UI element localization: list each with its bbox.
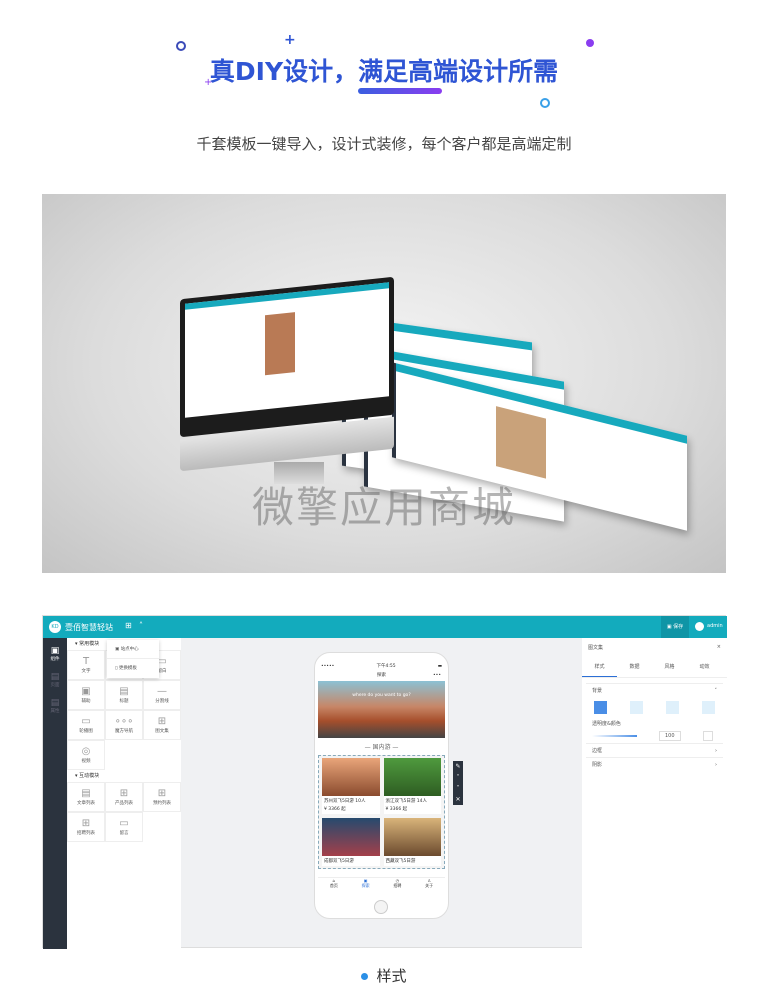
none-icon[interactable]: [702, 701, 715, 714]
menu-site-center[interactable]: ▣ 站点中心: [107, 640, 159, 659]
color-fill-icon[interactable]: [594, 701, 607, 714]
caption: 样式: [0, 965, 768, 986]
circle-decoration: [176, 41, 186, 51]
product-card[interactable]: 西藏双飞5日游: [383, 818, 441, 866]
product-card[interactable]: 成都双飞5日游: [322, 818, 380, 866]
component-article-list[interactable]: ▤ 文章列表: [67, 782, 105, 812]
component-booking-list[interactable]: ⊞ 预约列表: [143, 782, 181, 812]
component-job-list[interactable]: ⊞ 招聘列表: [67, 812, 105, 842]
dropdown-menu: ▣ 站点中心 ▯ 更换模板: [107, 640, 159, 678]
phone-tabbar: ⌂ 首页 ▣ 探索 ◷ 招聘 ♙ 关于: [318, 877, 445, 893]
component-helper[interactable]: ▣ 辅助: [67, 680, 105, 710]
editor-header: KD 壹佰智慧轻站 ⊞ ˄ ▣ 保存 admin: [43, 616, 727, 638]
component-divider[interactable]: — 分割线: [143, 680, 181, 710]
group-interactive[interactable]: ▾ 互动模块: [67, 770, 181, 782]
chevron-up-icon[interactable]: ˄: [139, 621, 143, 630]
opacity-label: 透明度&颜色: [592, 721, 621, 727]
gradient-icon[interactable]: [630, 701, 643, 714]
tab-explore[interactable]: ▣ 探索: [362, 878, 370, 893]
caption-text: 样式: [376, 967, 407, 985]
opacity-slider[interactable]: [592, 735, 637, 737]
section-background[interactable]: 背景 ˅: [586, 683, 723, 697]
title-underline: [358, 88, 442, 94]
component-video[interactable]: ◎ 视频: [67, 740, 105, 770]
editor-screenshot: KD 壹佰智慧轻站 ⊞ ˄ ▣ 保存 admin ▣ 组件 ▤ 页面 ▤ 属性 ▾ 常…: [42, 615, 727, 949]
tab-style[interactable]: 样式: [582, 657, 617, 677]
tab-data[interactable]: 数据: [617, 657, 652, 676]
opacity-input[interactable]: 100: [659, 731, 681, 741]
tab-theme[interactable]: 风格: [652, 657, 687, 676]
bullet-dot: [361, 973, 369, 980]
component-carousel[interactable]: ▭ 轮播图: [67, 710, 105, 740]
home-button: [374, 900, 388, 914]
watermark: 微擎应用商城: [251, 483, 516, 532]
hero-title: 真DIY设计，满足高端设计所需: [209, 57, 559, 86]
brand-name: 壹佰智慧轻站: [65, 623, 113, 632]
user-name[interactable]: admin: [707, 623, 723, 629]
component-panel: ▾ 常用模块 T文字 ▭按钮 ▭留白 ▣辅助 ▤标题 —分割线 ▭轮播图 ∘∘∘…: [67, 638, 181, 949]
save-label: 保存: [673, 624, 684, 630]
menu-change-template[interactable]: ▯ 更换模板: [107, 659, 159, 677]
dot-decoration: [586, 39, 594, 47]
tab-animation[interactable]: 动效: [687, 657, 722, 676]
tab-about[interactable]: ♙ 关于: [425, 878, 433, 893]
section-shadow[interactable]: 阴影 ›: [586, 757, 723, 771]
close-icon[interactable]: ×: [717, 644, 721, 651]
component-message[interactable]: ▭ 留言: [105, 812, 143, 842]
section-border[interactable]: 边框 ›: [586, 743, 723, 757]
save-button[interactable]: ▣ 保存: [661, 616, 689, 638]
monitor: [180, 276, 394, 438]
tab-jobs[interactable]: ◷ 招聘: [393, 878, 401, 893]
move-up-icon[interactable]: ˄: [453, 772, 463, 783]
component-text[interactable]: T 文字: [67, 650, 105, 680]
hero-subtitle: 千套模板一键导入，设计式装修，每个客户都是高端定制: [196, 135, 572, 153]
image-icon[interactable]: [666, 701, 679, 714]
plus-decoration: +: [204, 77, 213, 88]
sidebar-item-properties[interactable]: ▤ 属性: [43, 688, 67, 714]
delete-icon[interactable]: ✕: [453, 794, 463, 805]
editor-sidebar: ▣ 组件 ▤ 页面 ▤ 属性: [43, 638, 67, 949]
component-product-list[interactable]: ⊞ 产品列表: [105, 782, 143, 812]
phone-preview: ••••• 下午4:55 ▬ 探索 ••• where do you want to …: [314, 652, 449, 919]
move-down-icon[interactable]: ˅: [453, 783, 463, 794]
logo-icon: KD: [49, 621, 61, 633]
product-photo: 微擎应用商城: [42, 194, 726, 573]
avatar[interactable]: [695, 622, 704, 631]
status-bar: ••••• 下午4:55 ▬: [321, 664, 442, 669]
component-cube-nav[interactable]: ∘∘∘ 魔方导航: [105, 710, 143, 740]
phone-title: 探索 •••: [377, 673, 441, 678]
apps-icon[interactable]: ⊞: [125, 621, 132, 630]
panel-header: 图文集 ×: [588, 644, 721, 651]
circle-decoration: [540, 98, 550, 108]
property-panel: 图文集 × 样式 数据 风格 动效 背景 ˅ 透明度&颜色 100 边框 › 阴影 ›: [582, 638, 727, 949]
banner-image: where do you want to go?: [318, 681, 445, 738]
monitor-screen: [185, 282, 389, 418]
sidebar-item-pages[interactable]: ▤ 页面: [43, 662, 67, 688]
product-card[interactable]: 苏州双飞5日游 10人 ¥ 3366 起: [322, 758, 380, 814]
section-title: — 国内游 —: [364, 744, 399, 751]
color-picker[interactable]: [702, 731, 713, 741]
background-options: [582, 697, 727, 718]
block-toolbar: ✎ ˄ ˅ ✕: [453, 761, 463, 805]
sidebar-item-components[interactable]: ▣ 组件: [43, 638, 67, 662]
tab-home[interactable]: ⌂ 首页: [330, 878, 338, 893]
component-title[interactable]: ▤ 标题: [105, 680, 143, 710]
edit-icon[interactable]: ✎: [453, 761, 463, 772]
component-gallery[interactable]: ⊞ 图文集: [143, 710, 181, 740]
product-card[interactable]: 浙江双飞5日游 14人 ¥ 3366 起: [383, 758, 441, 814]
plus-decoration: +: [284, 32, 296, 48]
